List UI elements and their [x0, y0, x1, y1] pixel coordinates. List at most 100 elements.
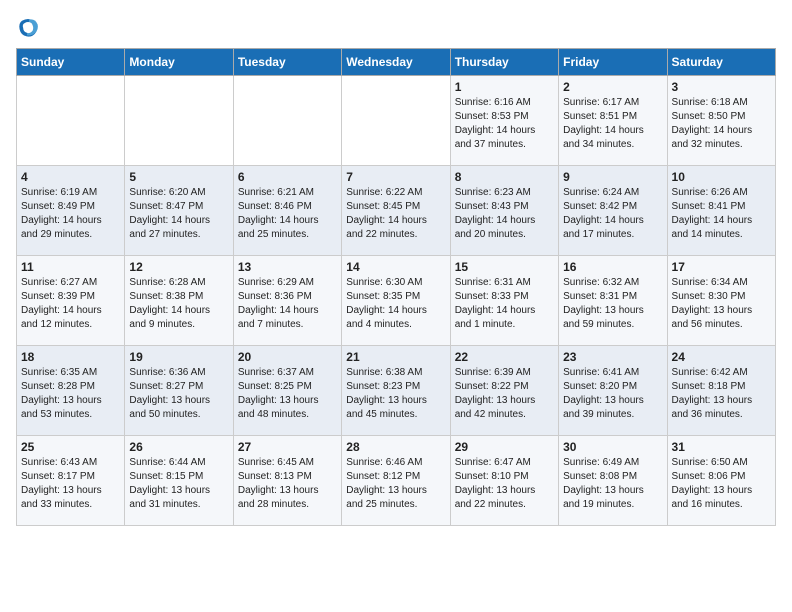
column-header-wednesday: Wednesday: [342, 49, 450, 76]
calendar-week-row: 11Sunrise: 6:27 AM Sunset: 8:39 PM Dayli…: [17, 256, 776, 346]
logo-icon: [16, 16, 40, 40]
column-header-sunday: Sunday: [17, 49, 125, 76]
cell-content: Sunrise: 6:41 AM Sunset: 8:20 PM Dayligh…: [563, 366, 662, 422]
cell-content: Sunrise: 6:22 AM Sunset: 8:45 PM Dayligh…: [346, 186, 445, 242]
cell-content: Sunrise: 6:29 AM Sunset: 8:36 PM Dayligh…: [238, 276, 337, 332]
cell-content: Sunrise: 6:30 AM Sunset: 8:35 PM Dayligh…: [346, 276, 445, 332]
day-number: 8: [455, 170, 554, 184]
cell-content: Sunrise: 6:23 AM Sunset: 8:43 PM Dayligh…: [455, 186, 554, 242]
calendar-cell: 8 Sunrise: 6:23 AM Sunset: 8:43 PM Daylig…: [450, 166, 558, 256]
column-header-thursday: Thursday: [450, 49, 558, 76]
cell-content: Sunrise: 6:45 AM Sunset: 8:13 PM Dayligh…: [238, 456, 337, 512]
day-number: 1: [455, 80, 554, 94]
calendar-cell: 25Sunrise: 6:43 AM Sunset: 8:17 PM Dayli…: [17, 436, 125, 526]
day-number: 24: [672, 350, 771, 364]
day-number: 22: [455, 350, 554, 364]
day-number: 20: [238, 350, 337, 364]
calendar-cell: 22 Sunrise: 6:39 AM Sunset: 8:22 PM Dayli…: [450, 346, 558, 436]
day-number: 3: [672, 80, 771, 94]
day-number: 12: [129, 260, 228, 274]
cell-content: Sunrise: 6:20 AM Sunset: 8:47 PM Dayligh…: [129, 186, 228, 242]
calendar-cell: 12Sunrise: 6:28 AM Sunset: 8:38 PM Dayli…: [125, 256, 233, 346]
cell-content: Sunrise: 6:31 AM Sunset: 8:33 PM Dayligh…: [455, 276, 554, 332]
calendar-cell: [125, 76, 233, 166]
calendar-cell: 16 Sunrise: 6:32 AM Sunset: 8:31 PM Dayli…: [559, 256, 667, 346]
calendar-cell: 6 Sunrise: 6:21 AM Sunset: 8:46 PM Daylig…: [233, 166, 341, 256]
cell-content: Sunrise: 6:42 AM Sunset: 8:18 PM Dayligh…: [672, 366, 771, 422]
calendar-cell: 20 Sunrise: 6:37 AM Sunset: 8:25 PM Dayli…: [233, 346, 341, 436]
calendar-cell: 29 Sunrise: 6:47 AM Sunset: 8:10 PM Dayli…: [450, 436, 558, 526]
calendar-cell: 11Sunrise: 6:27 AM Sunset: 8:39 PM Dayli…: [17, 256, 125, 346]
cell-content: Sunrise: 6:47 AM Sunset: 8:10 PM Dayligh…: [455, 456, 554, 512]
cell-content: Sunrise: 6:39 AM Sunset: 8:22 PM Dayligh…: [455, 366, 554, 422]
calendar-cell: 7 Sunrise: 6:22 AM Sunset: 8:45 PM Daylig…: [342, 166, 450, 256]
calendar-cell: 19Sunrise: 6:36 AM Sunset: 8:27 PM Dayli…: [125, 346, 233, 436]
day-number: 27: [238, 440, 337, 454]
calendar-cell: [17, 76, 125, 166]
day-number: 17: [672, 260, 771, 274]
calendar-cell: [233, 76, 341, 166]
calendar-cell: 17Sunrise: 6:34 AM Sunset: 8:30 PM Dayli…: [667, 256, 775, 346]
cell-content: Sunrise: 6:38 AM Sunset: 8:23 PM Dayligh…: [346, 366, 445, 422]
calendar-cell: 21Sunrise: 6:38 AM Sunset: 8:23 PM Dayli…: [342, 346, 450, 436]
calendar-table: SundayMondayTuesdayWednesdayThursdayFrid…: [16, 48, 776, 526]
cell-content: Sunrise: 6:37 AM Sunset: 8:25 PM Dayligh…: [238, 366, 337, 422]
cell-content: Sunrise: 6:35 AM Sunset: 8:28 PM Dayligh…: [21, 366, 120, 422]
day-number: 15: [455, 260, 554, 274]
day-number: 31: [672, 440, 771, 454]
calendar-cell: 26Sunrise: 6:44 AM Sunset: 8:15 PM Dayli…: [125, 436, 233, 526]
calendar-cell: 30 Sunrise: 6:49 AM Sunset: 8:08 PM Dayli…: [559, 436, 667, 526]
day-number: 16: [563, 260, 662, 274]
day-number: 14: [346, 260, 445, 274]
cell-content: Sunrise: 6:50 AM Sunset: 8:06 PM Dayligh…: [672, 456, 771, 512]
calendar-cell: [342, 76, 450, 166]
cell-content: Sunrise: 6:18 AM Sunset: 8:50 PM Dayligh…: [672, 96, 771, 152]
calendar-cell: 27 Sunrise: 6:45 AM Sunset: 8:13 PM Dayli…: [233, 436, 341, 526]
day-number: 9: [563, 170, 662, 184]
day-number: 13: [238, 260, 337, 274]
calendar-cell: 18 Sunrise: 6:35 AM Sunset: 8:28 PM Dayli…: [17, 346, 125, 436]
calendar-week-row: 1Sunrise: 6:16 AM Sunset: 8:53 PM Daylig…: [17, 76, 776, 166]
column-header-saturday: Saturday: [667, 49, 775, 76]
cell-content: Sunrise: 6:17 AM Sunset: 8:51 PM Dayligh…: [563, 96, 662, 152]
cell-content: Sunrise: 6:26 AM Sunset: 8:41 PM Dayligh…: [672, 186, 771, 242]
calendar-cell: 5Sunrise: 6:20 AM Sunset: 8:47 PM Daylig…: [125, 166, 233, 256]
cell-content: Sunrise: 6:19 AM Sunset: 8:49 PM Dayligh…: [21, 186, 120, 242]
column-header-tuesday: Tuesday: [233, 49, 341, 76]
column-header-friday: Friday: [559, 49, 667, 76]
calendar-cell: 1Sunrise: 6:16 AM Sunset: 8:53 PM Daylig…: [450, 76, 558, 166]
cell-content: Sunrise: 6:46 AM Sunset: 8:12 PM Dayligh…: [346, 456, 445, 512]
calendar-cell: 15 Sunrise: 6:31 AM Sunset: 8:33 PM Dayli…: [450, 256, 558, 346]
day-number: 6: [238, 170, 337, 184]
day-number: 30: [563, 440, 662, 454]
calendar-cell: 28 Sunrise: 6:46 AM Sunset: 8:12 PM Dayli…: [342, 436, 450, 526]
calendar-cell: 10 Sunrise: 6:26 AM Sunset: 8:41 PM Dayli…: [667, 166, 775, 256]
calendar-cell: 14 Sunrise: 6:30 AM Sunset: 8:35 PM Dayli…: [342, 256, 450, 346]
cell-content: Sunrise: 6:49 AM Sunset: 8:08 PM Dayligh…: [563, 456, 662, 512]
cell-content: Sunrise: 6:21 AM Sunset: 8:46 PM Dayligh…: [238, 186, 337, 242]
header: [16, 16, 776, 40]
calendar-cell: 4 Sunrise: 6:19 AM Sunset: 8:49 PM Daylig…: [17, 166, 125, 256]
cell-content: Sunrise: 6:32 AM Sunset: 8:31 PM Dayligh…: [563, 276, 662, 332]
calendar-cell: 3 Sunrise: 6:18 AM Sunset: 8:50 PM Daylig…: [667, 76, 775, 166]
day-number: 25: [21, 440, 120, 454]
calendar-week-row: 25Sunrise: 6:43 AM Sunset: 8:17 PM Dayli…: [17, 436, 776, 526]
day-number: 28: [346, 440, 445, 454]
day-number: 23: [563, 350, 662, 364]
day-number: 4: [21, 170, 120, 184]
day-number: 7: [346, 170, 445, 184]
calendar-cell: 23 Sunrise: 6:41 AM Sunset: 8:20 PM Dayli…: [559, 346, 667, 436]
calendar-cell: 13 Sunrise: 6:29 AM Sunset: 8:36 PM Dayli…: [233, 256, 341, 346]
column-header-monday: Monday: [125, 49, 233, 76]
day-number: 10: [672, 170, 771, 184]
calendar-cell: 31 Sunrise: 6:50 AM Sunset: 8:06 PM Dayli…: [667, 436, 775, 526]
cell-content: Sunrise: 6:24 AM Sunset: 8:42 PM Dayligh…: [563, 186, 662, 242]
calendar-header-row: SundayMondayTuesdayWednesdayThursdayFrid…: [17, 49, 776, 76]
calendar-cell: 2 Sunrise: 6:17 AM Sunset: 8:51 PM Daylig…: [559, 76, 667, 166]
day-number: 29: [455, 440, 554, 454]
day-number: 2: [563, 80, 662, 94]
cell-content: Sunrise: 6:44 AM Sunset: 8:15 PM Dayligh…: [129, 456, 228, 512]
calendar-week-row: 18 Sunrise: 6:35 AM Sunset: 8:28 PM Dayli…: [17, 346, 776, 436]
calendar-cell: 24 Sunrise: 6:42 AM Sunset: 8:18 PM Dayli…: [667, 346, 775, 436]
day-number: 18: [21, 350, 120, 364]
